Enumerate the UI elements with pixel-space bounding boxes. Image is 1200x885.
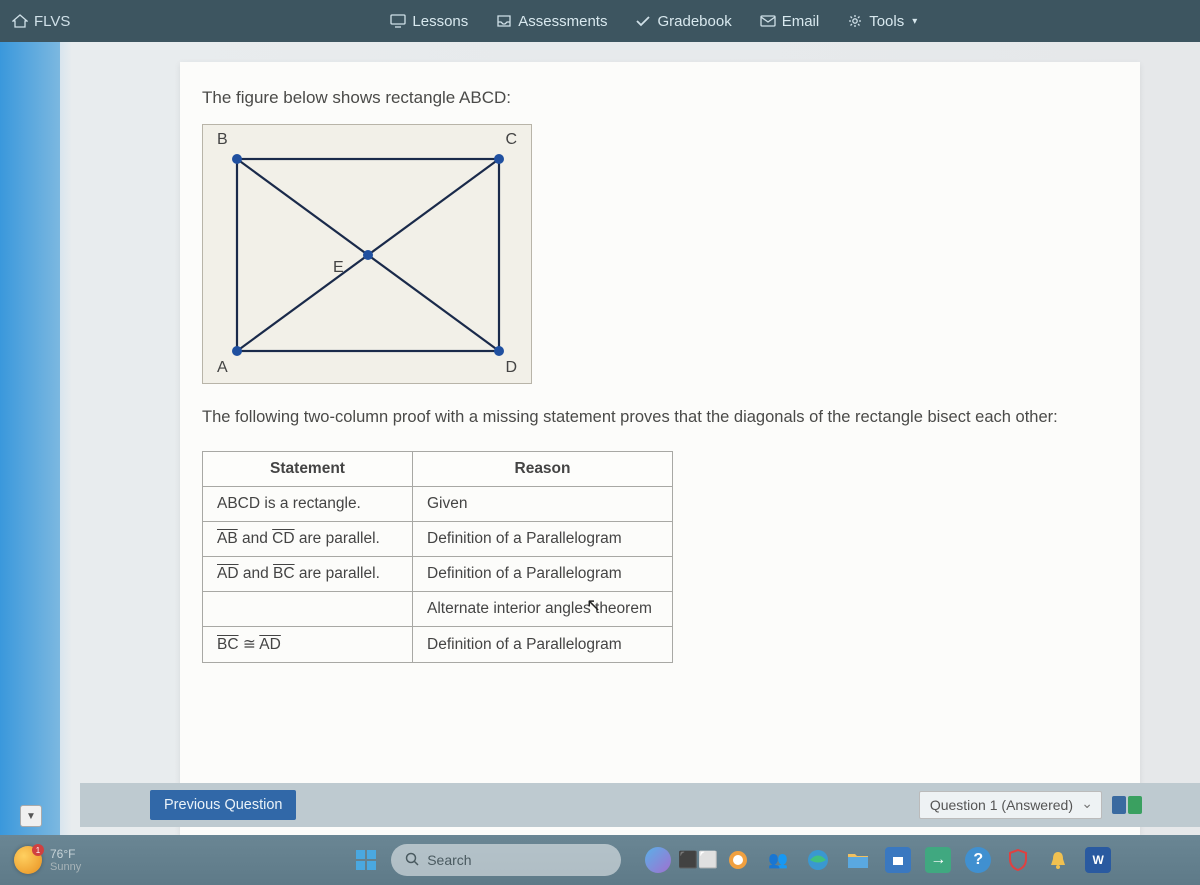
weather-widget[interactable]: 1 76°F Sunny — [14, 846, 81, 874]
task-view-icon[interactable]: ⬛⬜ — [685, 847, 711, 873]
nav-gradebook[interactable]: Gradebook — [635, 13, 731, 30]
scroll-down-button[interactable]: ▼ — [20, 805, 42, 827]
cell-statement: AB and CD are parallel. — [203, 522, 413, 557]
nav-email-label: Email — [782, 13, 820, 30]
notification-badge: 1 — [32, 844, 44, 856]
cell-reason: Given — [413, 487, 673, 522]
nav-lessons[interactable]: Lessons — [390, 13, 468, 30]
gear-icon — [847, 14, 863, 28]
brand-label: FLVS — [34, 13, 70, 30]
cell-statement: BC ≅ AD — [203, 627, 413, 663]
mail-icon — [760, 14, 776, 28]
flag-toggle[interactable] — [1112, 796, 1142, 814]
nav-assessments-label: Assessments — [518, 13, 607, 30]
cell-reason: Definition of a Parallelogram — [413, 627, 673, 663]
rectangle-svg — [209, 131, 527, 379]
notification-icon[interactable] — [1045, 847, 1071, 873]
copilot-icon[interactable] — [645, 847, 671, 873]
edge-icon[interactable] — [805, 847, 831, 873]
proof-description: The following two-column proof with a mi… — [202, 406, 1118, 429]
intro-text: The figure below shows rectangle ABCD: — [202, 88, 1118, 108]
content-area: ▼ The figure below shows rectangle ABCD:… — [0, 42, 1200, 835]
table-row: AB and CD are parallel. Definition of a … — [203, 522, 673, 557]
cell-reason: Alternate interior angles theorem — [413, 592, 673, 627]
taskbar-apps: ⬛⬜ 👥 → ? W — [645, 847, 1111, 873]
search-placeholder: Search — [427, 852, 471, 868]
cell-statement: AD and BC are parallel. — [203, 557, 413, 592]
windows-taskbar: 1 76°F Sunny Search ⬛⬜ 👥 → ? W — [0, 835, 1200, 885]
table-row: AD and BC are parallel. Definition of a … — [203, 557, 673, 592]
explorer-icon[interactable] — [845, 847, 871, 873]
header-statement: Statement — [203, 452, 413, 487]
table-header-row: Statement Reason — [203, 452, 673, 487]
app-icon-1[interactable] — [725, 847, 751, 873]
start-button[interactable] — [351, 845, 381, 875]
table-row: BC ≅ AD Definition of a Parallelogram — [203, 627, 673, 663]
store-icon[interactable] — [885, 847, 911, 873]
inbox-icon — [496, 14, 512, 28]
teams-icon[interactable]: 👥 — [765, 847, 791, 873]
flag-on-icon — [1128, 796, 1142, 814]
table-row: ABCD is a rectangle. Given — [203, 487, 673, 522]
header-reason: Reason — [413, 452, 673, 487]
left-gradient-strip: ▼ — [0, 42, 60, 835]
cell-statement-missing — [203, 592, 413, 627]
question-page: The figure below shows rectangle ABCD: B… — [180, 62, 1140, 835]
temperature: 76°F — [50, 847, 81, 861]
label-E: E — [333, 259, 344, 277]
taskbar-search[interactable]: Search — [391, 844, 621, 876]
security-icon[interactable] — [1005, 847, 1031, 873]
cell-reason: Definition of a Parallelogram — [413, 522, 673, 557]
label-A: A — [217, 359, 228, 377]
condition: Sunny — [50, 861, 81, 873]
question-selector[interactable]: Question 1 (Answered) — [919, 791, 1102, 819]
nav-tools[interactable]: Tools ▾ — [847, 13, 917, 30]
label-D: D — [505, 359, 517, 377]
taskbar-center: Search ⬛⬜ 👥 → ? W — [351, 844, 1111, 876]
nav-menu: Lessons Assessments Gradebook Email Tool… — [390, 13, 917, 30]
search-icon — [405, 852, 419, 869]
question-footer: Previous Question Question 1 (Answered) — [80, 783, 1200, 827]
nav-lessons-label: Lessons — [412, 13, 468, 30]
cell-statement: ABCD is a rectangle. — [203, 487, 413, 522]
proof-table: Statement Reason ABCD is a rectangle. Gi… — [202, 451, 673, 663]
flag-off-icon — [1112, 796, 1126, 814]
previous-question-button[interactable]: Previous Question — [150, 790, 296, 820]
nav-assessments[interactable]: Assessments — [496, 13, 607, 30]
nav-tools-label: Tools — [869, 13, 904, 30]
chevron-down-icon: ▾ — [912, 16, 917, 27]
windows-icon — [355, 849, 377, 871]
nav-email[interactable]: Email — [760, 13, 820, 30]
help-icon[interactable]: ? — [965, 847, 991, 873]
brand[interactable]: FLVS — [12, 13, 70, 30]
top-navbar: FLVS Lessons Assessments Gradebook Email… — [0, 0, 1200, 42]
cell-reason: Definition of a Parallelogram — [413, 557, 673, 592]
share-icon[interactable]: → — [925, 847, 951, 873]
label-B: B — [217, 131, 228, 149]
monitor-icon — [390, 14, 406, 28]
rectangle-figure: B C A D E — [202, 124, 532, 384]
check-icon — [635, 14, 651, 28]
question-status-group: Question 1 (Answered) — [919, 791, 1142, 819]
label-C: C — [505, 131, 517, 149]
nav-gradebook-label: Gradebook — [657, 13, 731, 30]
word-icon[interactable]: W — [1085, 847, 1111, 873]
table-row: Alternate interior angles theorem — [203, 592, 673, 627]
home-icon — [12, 14, 28, 28]
